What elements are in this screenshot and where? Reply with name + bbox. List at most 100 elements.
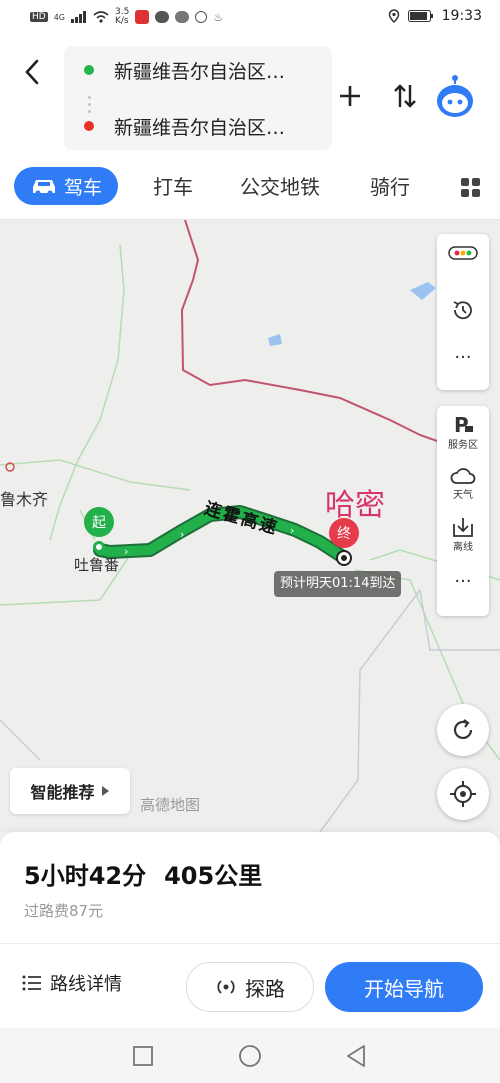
location-icon — [388, 9, 399, 23]
refresh-button[interactable] — [437, 704, 489, 756]
route-detail-button[interactable]: 路线详情 — [22, 970, 122, 996]
route-input-card: 新疆维吾尔自治区… 新疆维吾尔自治区… — [64, 46, 332, 150]
more-button-top[interactable]: ··· — [437, 349, 489, 376]
gray-road — [319, 589, 421, 832]
robot-avatar-icon — [437, 75, 473, 117]
eta-label: 预计明天01:14到达 — [274, 571, 402, 597]
triangle-right-icon — [101, 786, 109, 796]
tab-drive-label: 驾车 — [63, 176, 102, 199]
minor-road — [49, 244, 125, 541]
service-area-label: 服务区 — [448, 440, 478, 451]
cloud-icon — [450, 468, 476, 484]
refresh-icon — [453, 719, 473, 739]
destination-field[interactable]: 新疆维吾尔自治区… — [64, 104, 332, 148]
tab-transit[interactable]: 公交地铁 — [240, 171, 320, 200]
map-view[interactable]: › › › 鲁木齐 吐鲁番 哈密 连霍高速 起 终 预计明天01:14到达 ··… — [0, 220, 500, 832]
crosshair-icon — [450, 781, 476, 807]
tab-cycling[interactable]: 骑行 — [370, 171, 410, 200]
route-distance: 405公里 — [164, 862, 263, 890]
more-modes-button[interactable] — [460, 177, 482, 199]
home-icon[interactable] — [238, 1044, 262, 1068]
route-summary[interactable]: 5小时42分 405公里 — [24, 856, 280, 891]
explore-label: 探路 — [245, 976, 285, 1001]
lake-shape — [410, 282, 436, 300]
back-nav-icon[interactable] — [345, 1044, 367, 1068]
destination-text: 新疆维吾尔自治区… — [114, 116, 286, 139]
end-marker-dot — [336, 550, 352, 566]
swap-route-button[interactable] — [390, 80, 420, 112]
origin-dot-icon — [84, 65, 94, 75]
radar-icon — [217, 980, 235, 994]
flame-icon: ♨ — [213, 10, 224, 24]
route-arrow-icon: › — [124, 545, 128, 558]
map-watermark: 高德地图 — [140, 796, 201, 814]
car-icon — [32, 180, 55, 195]
status-bar: HD 4G 3.5 K/s ♨ 19:33 — [0, 0, 500, 36]
system-navigation-bar — [0, 1028, 500, 1083]
swap-icon — [394, 84, 416, 108]
list-icon — [22, 975, 41, 991]
route-arrow-icon: › — [180, 528, 184, 541]
wechat-icon — [155, 11, 170, 23]
start-marker-badge: 起 — [84, 507, 114, 537]
assistant-avatar-button[interactable] — [432, 74, 478, 120]
transport-tabs: 驾车 打车 公交地铁 骑行 — [0, 161, 500, 215]
map-controls-top: ··· — [437, 234, 489, 390]
recent-apps-icon[interactable] — [132, 1045, 154, 1067]
traffic-toggle[interactable] — [437, 246, 489, 276]
divider — [0, 943, 500, 944]
end-marker-badge: 终 — [329, 518, 359, 548]
network-speed: 3.5 K/s — [115, 7, 130, 26]
battery-icon — [407, 10, 433, 22]
chevron-left-icon — [25, 59, 39, 85]
province-border — [180, 220, 441, 443]
add-waypoint-button[interactable] — [334, 80, 366, 112]
mic-app-icon — [135, 10, 150, 24]
route-duration: 5小时42分 — [24, 862, 147, 890]
offline-label: 离线 — [453, 542, 473, 553]
tab-taxi[interactable]: 打车 — [153, 171, 193, 200]
clock: 19:33 — [441, 8, 482, 24]
signal-label: 4G — [53, 12, 65, 22]
hd-badge: HD — [30, 12, 48, 22]
origin-field[interactable]: 新疆维吾尔自治区… — [64, 48, 332, 92]
route-detail-label: 路线详情 — [50, 974, 122, 995]
start-marker[interactable]: 起 — [84, 507, 114, 559]
weather-label: 天气 — [453, 490, 473, 501]
explore-button[interactable]: 探路 — [186, 962, 314, 1012]
smart-recommend-label: 智能推荐 — [30, 783, 95, 802]
city-label-urumqi: 鲁木齐 — [0, 490, 49, 509]
signal-icon — [71, 11, 86, 23]
end-marker[interactable]: 终 — [329, 518, 359, 568]
service-area-button[interactable]: P 服务区 — [437, 414, 489, 451]
plus-icon — [340, 86, 360, 106]
offline-button[interactable]: 离线 — [437, 516, 489, 553]
origin-text: 新疆维吾尔自治区… — [114, 60, 286, 83]
locate-button[interactable] — [437, 768, 489, 820]
route-summary-panel: 5小时42分 405公里 过路费87元 路线详情 探路 开始导航 — [0, 832, 500, 1028]
lake-shape-2 — [268, 334, 282, 346]
download-icon — [453, 518, 473, 537]
map-controls-layers: P 服务区 天气 离线 ··· — [437, 406, 489, 616]
start-marker-dot — [93, 541, 105, 553]
svg-text:P: P — [454, 414, 469, 436]
weather-button[interactable]: 天气 — [437, 466, 489, 501]
weibo-icon — [175, 11, 190, 23]
wifi-icon — [93, 11, 109, 23]
clock-history-icon — [453, 301, 472, 320]
grid-icon — [461, 178, 480, 197]
route-arrow-icon: › — [290, 524, 294, 537]
history-button[interactable] — [437, 298, 489, 328]
traffic-light-icon — [448, 246, 478, 260]
tab-drive[interactable]: 驾车 — [14, 167, 118, 205]
destination-dot-icon — [84, 121, 94, 131]
browser-icon — [195, 11, 208, 23]
smart-recommend-button[interactable]: 智能推荐 — [10, 768, 130, 814]
start-navigation-button[interactable]: 开始导航 — [325, 962, 483, 1012]
gray-road — [0, 719, 41, 761]
back-button[interactable] — [14, 54, 50, 90]
parking-icon: P — [454, 414, 473, 436]
route-header: 新疆维吾尔自治区… 新疆维吾尔自治区… 驾车 打车 公交地铁 骑行 — [0, 36, 500, 220]
more-button-layers[interactable]: ··· — [437, 573, 489, 600]
toll-fee: 过路费87元 — [24, 902, 104, 920]
